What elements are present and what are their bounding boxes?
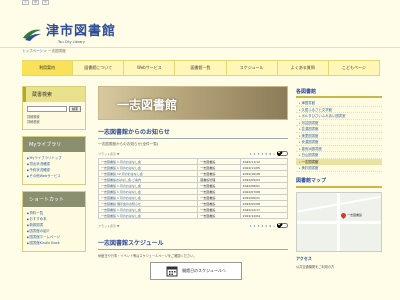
news-subtitle[interactable]: 一志図書館からのお知らせ(全件一覧): [98, 142, 288, 147]
table-row[interactable]: 一志図書館 1 月のおはなし会 一志図書館 2022/12/04: [97, 212, 289, 219]
nav-guide[interactable]: 利用案内: [22, 61, 74, 75]
nav-schedule[interactable]: スケジュール: [227, 61, 278, 75]
global-nav: 利用案内 図書館について Webサービス 図書館一覧 スケジュール よくある質問…: [22, 60, 380, 76]
schedule-button-label: 開館日のスケジュールへ: [182, 268, 226, 273]
left-sidebar: 蔵書検索 検索 詳細検索 詳細検索 Myライブラリ Myライブラリトップ 貸出状…: [22, 86, 86, 258]
per-page-select-bottom[interactable]: 10件: [277, 223, 288, 228]
page-next[interactable]: »: [273, 152, 275, 156]
search-box: 蔵書検索 検索 詳細検索 詳細検索: [22, 86, 86, 130]
display-mode-bottom[interactable]: フラット表示 ▼: [98, 224, 119, 228]
site-title[interactable]: 津市図書館: [46, 20, 116, 39]
main-content: 一志図書館 一志図書館からのお知らせ 一志図書館からのお知らせ(全件一覧) フラ…: [97, 86, 289, 280]
nav-faq[interactable]: よくある質問: [278, 61, 329, 75]
news-title-cell[interactable]: 一志図書館 1 月のおはなし会: [97, 212, 199, 219]
font-large-button[interactable]: 大: [42, 0, 49, 5]
right-sidebar: 各図書館 津図書館久居ふるさと文学館ポルタひさいふれあい図書室河芸図書館芸濃図書…: [296, 86, 382, 269]
nav-about[interactable]: 図書館について: [73, 61, 125, 75]
library-map[interactable]: 一志図書館: [296, 191, 382, 252]
news-title: 一志図書館からのお知らせ: [98, 127, 288, 139]
nav-web-service[interactable]: Webサービス: [124, 61, 176, 75]
shortcut-link-6[interactable]: 図書館Kindle Book: [27, 241, 81, 247]
calendar-icon: [166, 266, 178, 277]
page-1-bottom[interactable]: 1: [250, 224, 252, 228]
library-list: 津図書館久居ふるさと文学館ポルタひさいふれあい図書室河芸図書館芸濃図書館美里図書…: [296, 100, 382, 172]
breadcrumb-current: 一志図書館: [48, 49, 66, 53]
shortcut-box: ショートカット 資料一覧 おすすめ本 新着図書 図書館の紹介 図書館ホームページ…: [22, 191, 86, 252]
mylib-link-other[interactable]: その他Webサービス: [27, 174, 81, 180]
page-5[interactable]: 5: [265, 152, 267, 156]
font-small-button[interactable]: 小: [22, 0, 29, 5]
page-6-bottom[interactable]: 6: [269, 224, 271, 228]
per-page-select[interactable]: 10件: [277, 151, 288, 156]
nav-kids[interactable]: こどもページ: [329, 61, 380, 75]
schedule-note: 休館日や行事・イベント等はスケジュールページをご確認ください。: [98, 254, 197, 258]
search-button[interactable]: 検索: [68, 106, 81, 112]
access-note: 公共交通機関をご利用の方: [296, 264, 335, 269]
map-label: 一志図書館: [347, 212, 363, 217]
page-2[interactable]: 2: [254, 152, 256, 156]
news-category-cell: 一志図書館: [197, 212, 241, 219]
search-input[interactable]: [27, 106, 67, 112]
breadcrumb-home[interactable]: トップページ: [22, 49, 43, 53]
page-2-bottom[interactable]: 2: [254, 224, 256, 228]
nav-library-list[interactable]: 図書館一覧: [175, 61, 227, 75]
library-banner: 一志図書館: [98, 86, 288, 120]
news-table: 一志図書館 1 月のおはなし会 一志図書館 2022/11/12 一志図書館 1 月の…: [97, 158, 289, 219]
page-5-bottom[interactable]: 5: [265, 224, 267, 228]
schedule-title: 一志図書館スケジュール: [98, 238, 288, 250]
page-1[interactable]: 1: [250, 152, 252, 156]
library-logo-icon: [23, 29, 41, 41]
page-3-bottom[interactable]: 3: [257, 224, 259, 228]
page-6[interactable]: 6: [269, 152, 271, 156]
font-medium-button[interactable]: 中: [32, 0, 39, 5]
mylibrary-box: Myライブラリ Myライブラリトップ 貸出状況確認 予約状況確認 その他Webサ…: [22, 136, 86, 185]
libraries-title: 各図書館: [296, 86, 382, 98]
font-size-controls: 小 中 大: [22, 0, 49, 5]
page-4[interactable]: 4: [261, 152, 263, 156]
shortcut-title: ショートカット: [23, 192, 85, 207]
map-pin-icon: [339, 211, 348, 219]
news-pager-bottom: フラット表示 ▼ 1 2 3 4 5 6 » 10件: [98, 223, 288, 228]
site-header: 津市図書館 Tsu City Library: [0, 6, 400, 48]
map-title: 図書館マップ: [296, 176, 382, 188]
access-title: アクセス: [296, 255, 312, 261]
banner-title: 一志図書館: [117, 98, 178, 112]
page-4-bottom[interactable]: 4: [261, 224, 263, 228]
page: 小 中 大 津市図書館 Tsu City Library トップページ > 一志…: [0, 0, 400, 300]
site-subtitle: Tsu City Library: [58, 40, 85, 44]
breadcrumb: トップページ > 一志図書館: [22, 49, 66, 54]
display-mode[interactable]: フラット表示 ▼: [98, 152, 119, 156]
detail-search-link-2[interactable]: 詳細検索: [27, 120, 81, 125]
page-next-bottom[interactable]: »: [273, 224, 275, 228]
news-date-cell: 2022/12/04: [239, 212, 289, 219]
library-list-item[interactable]: 美杉図書館: [296, 165, 382, 172]
search-box-title: 蔵書検索: [23, 87, 85, 102]
page-3[interactable]: 3: [257, 152, 259, 156]
news-pager: フラット表示 ▼ 1 2 3 4 5 6 » 10件: [98, 151, 288, 156]
mylibrary-title: Myライブラリ: [23, 137, 85, 152]
schedule-button[interactable]: 開館日のスケジュールへ: [150, 262, 242, 280]
